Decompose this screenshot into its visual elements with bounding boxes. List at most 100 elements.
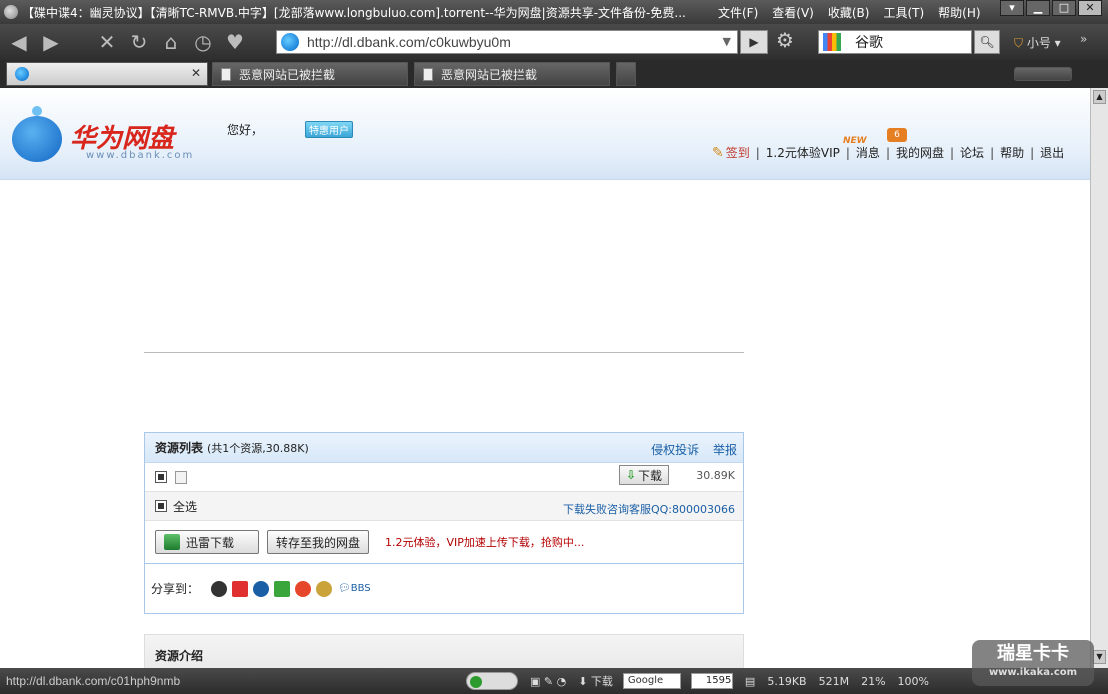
new-tab-button[interactable]	[616, 62, 636, 86]
logo-drop-icon	[12, 116, 62, 162]
customer-service-link[interactable]: 下载失败咨询客服QQ:800003066	[563, 501, 735, 517]
gear-icon[interactable]: ⚙	[776, 28, 794, 52]
counter-badge[interactable]: 1595	[690, 673, 733, 689]
back-icon[interactable]: ◀	[6, 29, 32, 55]
resource-intro-panel: 资源介绍	[144, 634, 744, 668]
watermark-logo: 瑞星卡卡 www.ikaka.com	[972, 640, 1094, 686]
tab-bar: ✕ 恶意网站已被拦截 恶意网站已被拦截	[0, 60, 1108, 88]
nav-messages[interactable]: 消息	[856, 144, 880, 161]
vip-promo-link[interactable]: 1.2元体验，VIP加速上传下载，抢购中...	[385, 534, 584, 550]
nav-checkin[interactable]: 签到	[726, 144, 750, 161]
title-bar: 【碟中谍4：幽灵协议】【清晰TC-RMVB.中字】[龙部落www.longbul…	[0, 0, 1108, 24]
menu-tools[interactable]: 工具(T)	[883, 4, 924, 21]
nav-vip[interactable]: 1.2元体验VIP	[766, 144, 840, 161]
close-tab-icon[interactable]: ✕	[191, 66, 201, 80]
bbs-share-link[interactable]: 💬︎BBS	[338, 583, 371, 594]
page-content: 华为网盘 www.dbank.com 您好， 特惠用户 NEW 6 ✎ 签到 |…	[0, 88, 1108, 668]
brand-sub: www.dbank.com	[86, 150, 195, 161]
star-share-icon[interactable]	[232, 580, 249, 597]
search-icon[interactable]: 🔍︎	[974, 30, 1000, 54]
qq-share-icon[interactable]	[211, 580, 228, 597]
report-link[interactable]: 举报	[713, 443, 737, 457]
site-favicon-icon	[281, 33, 299, 51]
nav-separator: |	[845, 145, 850, 160]
nav-my-disk[interactable]: 我的网盘	[896, 144, 944, 161]
kaixin-share-icon[interactable]	[274, 580, 291, 597]
tab-current[interactable]: ✕	[6, 62, 208, 86]
address-bar[interactable]: http://dl.dbank.com/c0kuwbyu0m ▼	[276, 30, 738, 54]
nav-separator: |	[990, 145, 995, 160]
menu-file[interactable]: 文件(F)	[718, 4, 758, 21]
transfer-to-disk-button[interactable]: 转存至我的网盘	[267, 530, 370, 554]
address-dropdown-icon[interactable]: ▼	[723, 35, 731, 48]
more-icon[interactable]: »	[1080, 32, 1087, 46]
resource-intro-title: 资源介绍	[155, 649, 204, 663]
download-status[interactable]: ⬇ 下载	[578, 673, 613, 689]
history-icon[interactable]: ◷	[190, 29, 216, 55]
file-checkbox[interactable]	[155, 471, 167, 483]
site-header: 华为网盘 www.dbank.com 您好， 特惠用户 NEW 6 ✎ 签到 |…	[0, 88, 1090, 180]
menu-favorites[interactable]: 收藏(B)	[828, 4, 870, 21]
restore-down-icon[interactable]: ▾	[1000, 0, 1024, 16]
scroll-down-icon[interactable]: ▼	[1093, 650, 1106, 664]
google-status-box[interactable]: Google	[622, 673, 681, 689]
zoom-readout[interactable]: 100%	[898, 675, 929, 688]
brand-logo[interactable]: 华为网盘 www.dbank.com	[12, 106, 212, 166]
douban-share-icon[interactable]	[316, 580, 333, 597]
speech-bubble-icon: 💬︎	[338, 583, 351, 594]
report-links: 侵权投诉 举报	[641, 441, 737, 458]
search-box[interactable]: 谷歌	[818, 30, 972, 54]
close-window-icon[interactable]: ✕	[1078, 0, 1102, 16]
download-status-label: 下载	[590, 675, 613, 688]
menu-view[interactable]: 查看(V)	[772, 4, 814, 21]
user-type-badge[interactable]: 特惠用户	[305, 121, 353, 138]
page-icon	[221, 67, 231, 81]
nav-help[interactable]: 帮助	[1000, 144, 1024, 161]
counter-value: 1595	[705, 675, 732, 686]
forward-icon[interactable]: ▶	[38, 29, 64, 55]
refresh-icon[interactable]: ↻	[126, 29, 152, 55]
maximize-icon[interactable]: □	[1052, 0, 1076, 16]
scroll-up-icon[interactable]: ▲	[1093, 90, 1106, 104]
resource-count: (共1个资源,30.88K)	[207, 441, 309, 455]
weibo-share-icon[interactable]	[295, 580, 312, 597]
download-button[interactable]: ⇩ 下载	[619, 465, 669, 485]
vertical-scrollbar[interactable]: ▲ ▼	[1090, 88, 1108, 668]
favorites-icon[interactable]: ♥	[222, 29, 248, 55]
logo-bubble-icon	[32, 106, 42, 116]
stop-icon[interactable]: ✕	[94, 29, 120, 55]
tab-list-toggle[interactable]	[1014, 67, 1072, 81]
app-icon	[4, 5, 18, 19]
tab-label: 恶意网站已被拦截	[239, 67, 336, 82]
nav-separator: |	[885, 145, 890, 160]
user-account[interactable]: ⛉ 小号 ▾	[1014, 34, 1061, 51]
divider	[144, 352, 744, 353]
cpu-readout: 21%	[861, 674, 886, 688]
menu-help[interactable]: 帮助(H)	[938, 4, 980, 21]
renren-share-icon[interactable]	[253, 580, 270, 597]
tab-blocked-1[interactable]: 恶意网站已被拦截	[212, 62, 408, 86]
screen-icon[interactable]: ▤	[745, 675, 755, 688]
home-icon[interactable]: ⌂	[158, 29, 184, 55]
mode-toggle[interactable]	[466, 672, 518, 690]
thunder-download-button[interactable]: 迅雷下载	[155, 530, 259, 554]
nav-logout[interactable]: 退出	[1040, 144, 1064, 161]
select-all-checkbox[interactable]	[155, 500, 167, 512]
google-icon[interactable]	[823, 33, 841, 51]
resource-list-header: 资源列表 (共1个资源,30.88K) 侵权投诉 举报	[145, 433, 743, 463]
action-row: 迅雷下载 转存至我的网盘 1.2元体验，VIP加速上传下载，抢购中...	[145, 527, 743, 557]
tab-blocked-2[interactable]: 恶意网站已被拦截	[414, 62, 610, 86]
window-title: 【碟中谍4：幽灵协议】【清晰TC-RMVB.中字】[龙部落www.longbul…	[22, 5, 686, 20]
nav-separator: |	[1030, 145, 1035, 160]
share-row: 分享到： 💬︎BBS	[145, 563, 743, 613]
thunder-download-label: 迅雷下载	[186, 535, 235, 550]
select-all-label[interactable]: 全选	[173, 498, 197, 515]
report-infringement-link[interactable]: 侵权投诉	[651, 443, 699, 457]
nav-forum[interactable]: 论坛	[960, 144, 984, 161]
menu-bar: 文件(F) 查看(V) 收藏(B) 工具(T) 帮助(H)	[718, 4, 981, 21]
nav-separator: |	[755, 145, 760, 160]
go-button[interactable]: ▶	[740, 30, 768, 54]
message-count-badge: 6	[887, 128, 907, 142]
status-tools-icon[interactable]: ▣ ✎ ◔	[530, 675, 566, 688]
minimize-icon[interactable]: ▁	[1026, 0, 1050, 16]
